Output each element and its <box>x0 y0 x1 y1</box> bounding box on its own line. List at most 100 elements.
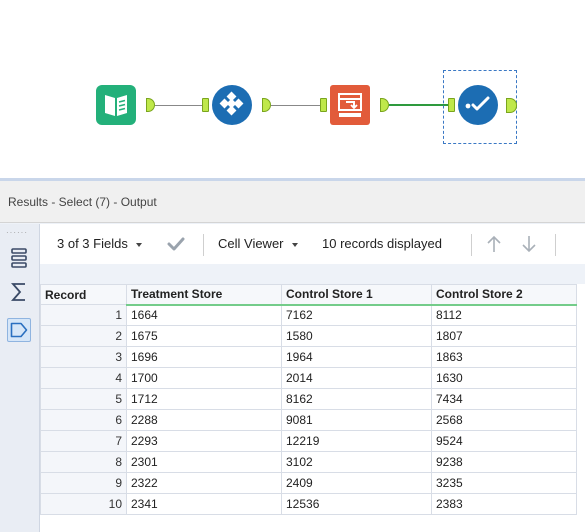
table-cell[interactable]: 1712 <box>126 388 282 410</box>
table-cell[interactable]: 2341 <box>126 493 282 515</box>
workflow-canvas[interactable] <box>0 0 585 178</box>
record-number: 3 <box>40 346 127 368</box>
table-cell[interactable]: 12219 <box>281 430 432 452</box>
table-row[interactable]: 8 2301 3102 9238 <box>40 451 577 473</box>
fields-dropdown-label: 3 of 3 Fields <box>57 236 128 251</box>
table-cell[interactable]: 1807 <box>431 325 577 347</box>
column-header-treatment-store[interactable]: Treatment Store <box>126 284 282 306</box>
table-cell[interactable]: 9238 <box>431 451 577 473</box>
column-header-control-store-2[interactable]: Control Store 2 <box>431 284 577 306</box>
table-row[interactable]: 6 2288 9081 2568 <box>40 409 577 431</box>
record-number: 2 <box>40 325 127 347</box>
table-cell[interactable]: 1675 <box>126 325 282 347</box>
connection-2[interactable] <box>271 105 320 106</box>
results-side-rail: ······ <box>0 224 40 532</box>
table-row[interactable]: 5 1712 8162 7434 <box>40 388 577 410</box>
cell-viewer-label: Cell Viewer <box>218 236 284 251</box>
table-row[interactable]: 2 1675 1580 1807 <box>40 325 577 347</box>
table-cell[interactable]: 2014 <box>281 367 432 389</box>
checkmark-icon <box>167 237 185 251</box>
table-cell[interactable]: 8112 <box>431 304 577 326</box>
record-number: 1 <box>40 304 127 326</box>
record-number: 8 <box>40 451 127 473</box>
column-header-record[interactable]: Record <box>40 284 127 305</box>
connection-1[interactable] <box>155 105 202 106</box>
record-number: 7 <box>40 430 127 452</box>
record-number: 6 <box>40 409 127 431</box>
results-window: Results - Select (7) - Output ······ 3 o… <box>0 178 585 532</box>
metadata-button[interactable] <box>7 318 31 342</box>
results-grid[interactable]: Record Treatment Store Control Store 1 C… <box>40 284 585 532</box>
record-number: 5 <box>40 388 127 410</box>
table-cell[interactable]: 1964 <box>281 346 432 368</box>
table-row[interactable]: 9 2322 2409 3235 <box>40 472 577 494</box>
arrow-down-icon <box>522 236 536 253</box>
input-data-tool[interactable] <box>96 85 136 125</box>
table-cell[interactable]: 1696 <box>126 346 282 368</box>
table-cell[interactable]: 1630 <box>431 367 577 389</box>
record-number: 9 <box>40 472 127 494</box>
browse-icon <box>458 85 498 125</box>
table-cell[interactable]: 2301 <box>126 451 282 473</box>
chevron-down-icon <box>135 242 142 247</box>
browse-tool[interactable] <box>458 85 498 125</box>
table-cell[interactable]: 1863 <box>431 346 577 368</box>
summary-icon <box>11 283 25 301</box>
table-cell[interactable]: 2293 <box>126 430 282 452</box>
arrow-up-icon <box>487 235 501 252</box>
results-toolbar: 3 of 3 Fields Cell Viewer 10 records dis… <box>40 224 585 264</box>
create-samples-tool[interactable] <box>212 85 252 125</box>
results-title: Results - Select (7) - Output <box>0 181 585 223</box>
chevron-down-icon <box>291 242 298 247</box>
create-samples-icon <box>212 85 252 125</box>
table-row[interactable]: 4 1700 2014 1630 <box>40 367 577 389</box>
table-cell[interactable]: 2568 <box>431 409 577 431</box>
table-cell[interactable]: 2383 <box>431 493 577 515</box>
summary-button[interactable] <box>7 280 31 304</box>
create-samples-output-anchor[interactable] <box>262 98 271 112</box>
column-header-control-store-1[interactable]: Control Store 1 <box>281 284 432 306</box>
cell-viewer-dropdown[interactable]: Cell Viewer <box>218 224 298 264</box>
table-cell[interactable]: 3235 <box>431 472 577 494</box>
records-displayed-text: 10 records displayed <box>322 236 442 251</box>
table-cell[interactable]: 12536 <box>281 493 432 515</box>
table-cell[interactable]: 9081 <box>281 409 432 431</box>
input-data-icon <box>96 85 136 125</box>
rail-grip[interactable]: ······ <box>6 229 32 237</box>
fields-dropdown[interactable]: 3 of 3 Fields <box>57 224 142 264</box>
table-cell[interactable]: 2288 <box>126 409 282 431</box>
scroll-up-button[interactable] <box>486 235 502 253</box>
table-cell[interactable]: 2322 <box>126 472 282 494</box>
select-tool[interactable] <box>330 85 370 125</box>
record-number: 10 <box>40 493 127 515</box>
table-cell[interactable]: 1580 <box>281 325 432 347</box>
scroll-down-button[interactable] <box>521 235 537 253</box>
select-input-anchor[interactable] <box>320 98 327 112</box>
select-output-anchor[interactable] <box>380 98 389 112</box>
input-data-output-anchor[interactable] <box>146 98 155 112</box>
table-row[interactable]: 7 2293 12219 9524 <box>40 430 577 452</box>
table-row[interactable]: 10 2341 12536 2383 <box>40 493 577 515</box>
table-cell[interactable]: 1664 <box>126 304 282 326</box>
toolbar-divider <box>471 234 472 256</box>
browse-input-anchor[interactable] <box>448 98 455 112</box>
apply-button[interactable] <box>167 237 185 253</box>
toolbar-divider <box>203 234 204 256</box>
table-cell[interactable]: 7162 <box>281 304 432 326</box>
table-cell[interactable]: 2409 <box>281 472 432 494</box>
table-cell[interactable]: 1700 <box>126 367 282 389</box>
create-samples-input-anchor[interactable] <box>202 98 209 112</box>
table-header-row: Record Treatment Store Control Store 1 C… <box>40 284 577 306</box>
table-cell[interactable]: 7434 <box>431 388 577 410</box>
table-row[interactable]: 3 1696 1964 1863 <box>40 346 577 368</box>
table-cell[interactable]: 3102 <box>281 451 432 473</box>
table-cell[interactable]: 9524 <box>431 430 577 452</box>
grid-view-button[interactable] <box>7 246 31 270</box>
table-row[interactable]: 1 1664 7162 8112 <box>40 304 577 326</box>
connection-3[interactable] <box>389 104 448 106</box>
record-number: 4 <box>40 367 127 389</box>
metadata-tag-icon <box>10 322 28 338</box>
select-icon <box>330 85 370 125</box>
table-cell[interactable]: 8162 <box>281 388 432 410</box>
toolbar-divider <box>555 234 556 256</box>
